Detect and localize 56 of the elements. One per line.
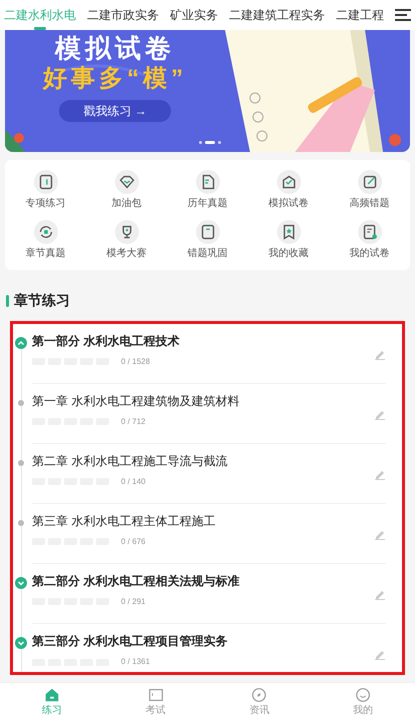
- shortcut-link[interactable]: 我的试卷: [350, 248, 390, 260]
- question-count: 0 / 712: [121, 416, 146, 428]
- refresh-icon[interactable]: [34, 220, 58, 244]
- category-tab[interactable]: 矿业实务: [170, 0, 218, 30]
- chapter-title: 第二章 水利水电工程施工导流与截流: [32, 452, 228, 470]
- notebook-icon[interactable]: [34, 170, 58, 194]
- shortcut-link[interactable]: 历年真题: [188, 198, 228, 210]
- question-count: 0 / 676: [121, 536, 146, 548]
- question-count: 0 / 291: [121, 596, 146, 608]
- shortcut-link[interactable]: 模拟试卷: [268, 198, 308, 210]
- shortcut-link[interactable]: 专项练习: [26, 198, 66, 210]
- document-icon[interactable]: [196, 170, 220, 194]
- banner-slogan: 好事多“模”: [43, 64, 187, 94]
- part-row[interactable]: 第三部分 水利水电工程项目管理实务 0 / 1361: [32, 624, 386, 672]
- book-icon: [146, 686, 165, 704]
- note-icon[interactable]: [196, 220, 220, 244]
- category-tab[interactable]: 二建市政实务: [87, 0, 159, 30]
- promo-banner[interactable]: 模拟试卷 好事多“模” 戳我练习 →: [5, 30, 410, 152]
- shortcut-link[interactable]: 高频错题: [350, 198, 390, 210]
- shortcut-link[interactable]: 我的收藏: [268, 248, 308, 260]
- banner-title: 模拟试卷: [55, 32, 175, 64]
- category-tab[interactable]: 二建建筑工程实务: [229, 0, 325, 30]
- part-title: 第一部分 水利水电工程技术: [32, 332, 180, 350]
- shortcut-link[interactable]: 章节真题: [26, 248, 66, 260]
- category-tab[interactable]: 二建工程: [336, 0, 384, 30]
- section-marker: [6, 294, 9, 306]
- section-title: 章节练习: [14, 291, 70, 310]
- edit-icon[interactable]: [358, 170, 382, 194]
- chevron-down-icon[interactable]: [15, 637, 27, 649]
- shortcut-link[interactable]: 模考大赛: [106, 248, 146, 260]
- compass-icon: [250, 686, 268, 704]
- smile-icon: [354, 686, 372, 704]
- bookmark-icon[interactable]: [276, 220, 300, 244]
- envelope-icon[interactable]: [276, 170, 300, 194]
- chapter-row[interactable]: 第二章 水利水电工程施工导流与截流 0 / 140: [32, 444, 386, 504]
- part-title: 第三部分 水利水电工程项目管理实务: [32, 633, 228, 650]
- question-count: 0 / 1528: [121, 356, 150, 368]
- shortcut-link[interactable]: 错题巩固: [188, 248, 228, 260]
- chapter-row[interactable]: 第一章 水利水电工程建筑物及建筑材料 0 / 712: [32, 384, 386, 444]
- chapter-title: 第一章 水利水电工程建筑物及建筑材料: [32, 392, 240, 410]
- chevron-down-icon[interactable]: [15, 577, 27, 589]
- part-title: 第二部分 水利水电工程相关法规与标准: [32, 572, 240, 590]
- part-row[interactable]: 第二部分 水利水电工程相关法规与标准 0 / 291: [32, 564, 386, 624]
- question-count: 0 / 140: [121, 476, 146, 488]
- question-count: 0 / 1361: [121, 656, 150, 668]
- pager-dots: [199, 141, 221, 144]
- practice-button[interactable]: 戳我练习 →: [59, 100, 171, 122]
- chapter-row[interactable]: 第三章 水利水电工程主体工程施工 0 / 676: [32, 504, 386, 564]
- shortcut-link[interactable]: 加油包: [112, 198, 142, 210]
- chevron-up-icon[interactable]: [15, 337, 27, 349]
- home-icon: [42, 686, 61, 704]
- menu-icon[interactable]: [395, 9, 411, 21]
- trophy-icon[interactable]: [114, 220, 138, 244]
- chapter-title: 第三章 水利水电工程主体工程施工: [32, 512, 216, 530]
- document-icon[interactable]: [358, 220, 382, 244]
- part-row[interactable]: 第一部分 水利水电工程技术 0 / 1528: [32, 324, 386, 384]
